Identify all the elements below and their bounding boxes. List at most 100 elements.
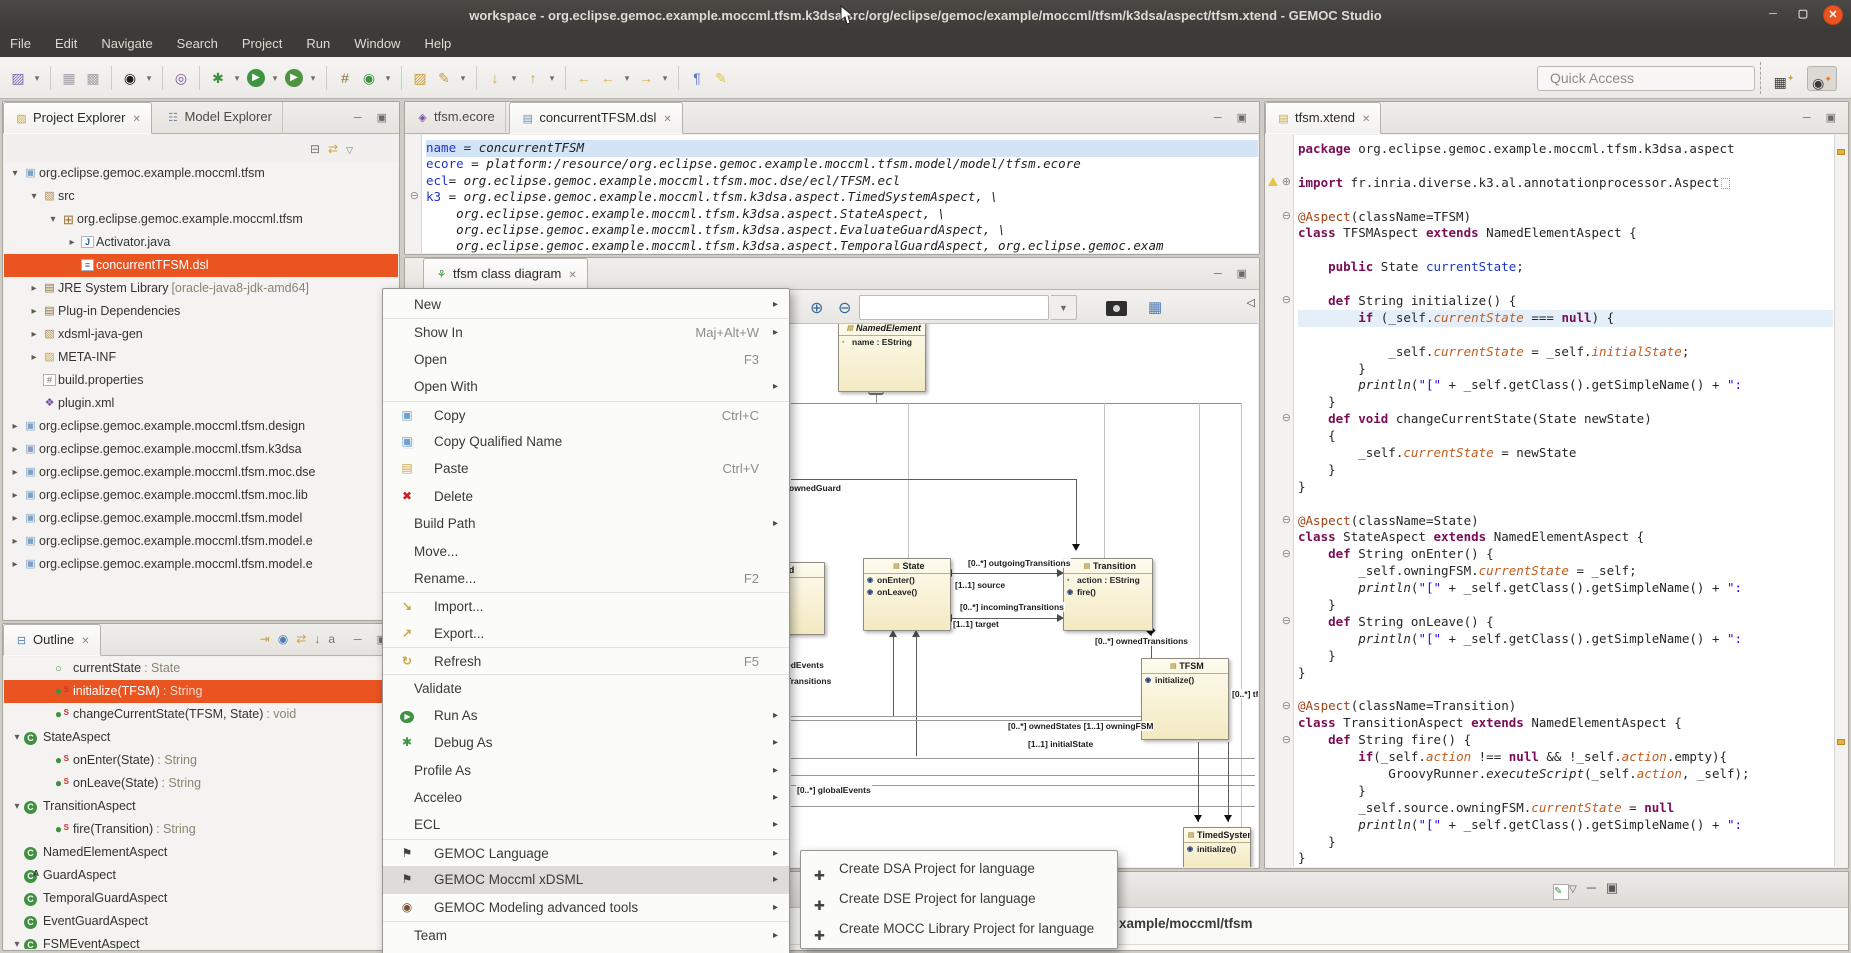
tree-item[interactable]: ▾src (4, 185, 398, 208)
class-node-timedsystem[interactable]: ▤TimedSystem◉initialize() (1183, 827, 1251, 867)
editor-minmax-icons[interactable]: ─ ▣ (1803, 111, 1842, 124)
close-icon[interactable]: ✕ (663, 105, 671, 135)
class-node-state[interactable]: ▤State◉onEnter()◉onLeave() (863, 558, 951, 631)
outline-item[interactable]: ▾CStateAspect (4, 726, 398, 749)
tab-concurrenttfsm-dsl[interactable]: ▤concurrentTFSM.dsl✕ (509, 102, 682, 134)
back-dropdown-icon[interactable]: ▾ (621, 67, 633, 89)
link-editor-icon[interactable]: ⇄ (328, 142, 346, 156)
wizard-dropdown-icon[interactable]: ▾ (457, 67, 469, 89)
editor-minmax-icons[interactable]: ─ ▣ (1214, 111, 1253, 124)
submenu-item-create-dsa-project-for-language[interactable]: ✚Create DSA Project for language (801, 854, 1117, 884)
expander-icon[interactable]: ▸ (27, 300, 41, 323)
fold-collapse-icon[interactable]: ⊖ (1282, 549, 1291, 560)
tree-item[interactable]: ▸org.eclipse.gemoc.example.moccml.tfsm.m… (4, 461, 398, 484)
menu-item-paste[interactable]: PasteCtrl+V (383, 455, 789, 482)
focus-icon[interactable]: ⇥ (260, 632, 278, 646)
close-icon[interactable]: ✕ (132, 105, 140, 135)
menu-file[interactable]: File (0, 31, 43, 57)
outline-item[interactable]: CTemporalGuardAspect (4, 887, 398, 910)
close-icon[interactable]: ✕ (81, 627, 89, 657)
tree-item[interactable]: ▸Activator.java (4, 231, 398, 254)
outline-item[interactable]: CAGuardAspect (4, 864, 398, 887)
new-java-project-icon[interactable]: # (334, 67, 356, 89)
folded-region-icon[interactable] (1721, 178, 1730, 189)
gemoc-perspective-icon[interactable]: ◉✦ (1807, 66, 1837, 91)
new-plugin-icon[interactable]: ◉ (358, 67, 380, 89)
fold-collapse-icon[interactable]: ⊖ (1282, 616, 1291, 627)
expander-icon[interactable]: ▾ (27, 185, 41, 208)
tree-item[interactable]: build.properties (4, 369, 398, 392)
fold-expand-icon[interactable]: ⊕ (1282, 177, 1291, 188)
expander-icon[interactable]: ▸ (8, 553, 22, 576)
menu-item-new[interactable]: New▸ (383, 291, 789, 318)
quick-access-button[interactable]: Quick Access (1537, 66, 1755, 91)
maximize-button[interactable]: ▢ (1793, 5, 1813, 25)
tree-item[interactable]: concurrentTFSM.dsl (4, 254, 398, 277)
expander-icon[interactable]: ▾ (46, 208, 60, 231)
expander-icon[interactable]: ▸ (27, 277, 41, 300)
coverage-icon[interactable]: ▶ (285, 69, 303, 87)
new-dropdown-icon[interactable]: ▾ (31, 67, 43, 89)
tree-item[interactable]: plugin.xml (4, 392, 398, 415)
zoom-level-combo[interactable] (859, 295, 1049, 320)
layers-icon[interactable]: ▦ (1148, 298, 1162, 316)
zoom-in-icon[interactable]: ⊕ (810, 298, 823, 318)
outline-item[interactable]: currentState : State (4, 657, 398, 680)
next-dropdown-icon[interactable]: ▾ (508, 67, 520, 89)
menu-item-refresh[interactable]: RefreshF5 (383, 647, 789, 674)
outline-item[interactable]: ▾CTransitionAspect (4, 795, 398, 818)
view-minmax-icons[interactable]: ─ ▣ (354, 111, 393, 124)
tab-outline[interactable]: ⊟Outline✕ (3, 624, 101, 656)
forward-icon[interactable]: → (635, 67, 657, 89)
debug-dropdown-icon[interactable]: ▾ (231, 67, 243, 89)
menu-item-show-in[interactable]: Show InMaj+Alt+W▸ (383, 318, 789, 345)
debug-icon[interactable]: ✱ (207, 67, 229, 89)
menu-item-gemoc-modeling-advanced-tools[interactable]: GEMOC Modeling advanced tools▸ (383, 894, 789, 921)
mark-occurrences-icon[interactable]: ✎ (710, 67, 732, 89)
fold-collapse-icon[interactable]: ⊖ (1282, 515, 1291, 526)
expander-icon[interactable]: ▾ (8, 162, 22, 185)
tab-tfsm-ecore[interactable]: ◈tfsm.ecore (405, 102, 506, 134)
close-icon[interactable]: ✕ (1362, 105, 1370, 135)
tree-item[interactable]: ▸JRE System Library[oracle-java8-jdk-amd… (4, 277, 398, 300)
fold-collapse-icon[interactable]: ⊖ (1282, 295, 1291, 306)
menu-item-open[interactable]: OpenF3 (383, 346, 789, 373)
outline-item[interactable]: SonEnter(State) : String (4, 749, 398, 772)
tree-item[interactable]: ▸org.eclipse.gemoc.example.moccml.tfsm.m… (4, 530, 398, 553)
expander-icon[interactable]: ▸ (27, 323, 41, 346)
menu-item-import[interactable]: Import... (383, 592, 789, 619)
zoom-out-icon[interactable]: ⊖ (838, 298, 851, 318)
palette-collapse-icon[interactable]: ◁ (1247, 296, 1255, 309)
menu-item-ecl[interactable]: ECL▸ (383, 811, 789, 838)
expander-icon[interactable]: ▾ (10, 795, 24, 818)
diagram-minmax-icons[interactable]: ─ ▣ (1214, 267, 1253, 280)
menu-item-compare-with[interactable]: Compare With▸ (383, 948, 789, 953)
run-icon[interactable]: ▶ (247, 69, 265, 87)
outline-item[interactable]: CNamedElementAspect (4, 841, 398, 864)
menu-run[interactable]: Run (294, 31, 342, 57)
tab-model-explorer[interactable]: ☷Model Explorer (156, 102, 283, 134)
tree-item[interactable]: ▸xdsml-java-gen (4, 323, 398, 346)
coverage-dropdown-icon[interactable]: ▾ (307, 67, 319, 89)
fold-collapse-icon[interactable]: ⊖ (1282, 211, 1291, 222)
maximize-icon[interactable]: ▣ (1606, 880, 1628, 895)
minimize-icon[interactable]: ─ (1587, 880, 1606, 895)
open-perspective-icon[interactable]: ▦✦ (1769, 66, 1799, 91)
menu-item-validate[interactable]: Validate (383, 674, 789, 701)
tree-item[interactable]: ▸org.eclipse.gemoc.example.moccml.tfsm.m… (4, 484, 398, 507)
sort-visibility-icon[interactable]: ◉ (278, 632, 296, 646)
menu-item-team[interactable]: Team▸ (383, 921, 789, 948)
menu-item-move[interactable]: Move... (383, 538, 789, 565)
minimize-button[interactable]: ─ (1763, 5, 1783, 25)
class-node-namedelement[interactable]: ▤NamedElement▪name : EString (838, 324, 926, 392)
forward-dropdown-icon[interactable]: ▾ (659, 67, 671, 89)
expander-icon[interactable]: ▸ (8, 415, 22, 438)
menu-item-rename[interactable]: Rename...F2 (383, 565, 789, 592)
menu-navigate[interactable]: Navigate (89, 31, 164, 57)
new-wizard-icon[interactable]: ▨ (7, 67, 29, 89)
expander-icon[interactable]: ▸ (8, 461, 22, 484)
back-icon[interactable]: ← (597, 67, 619, 89)
user-icon[interactable]: ◉ (119, 67, 141, 89)
plugin-dropdown-icon[interactable]: ▾ (382, 67, 394, 89)
expander-icon[interactable]: ▸ (8, 530, 22, 553)
